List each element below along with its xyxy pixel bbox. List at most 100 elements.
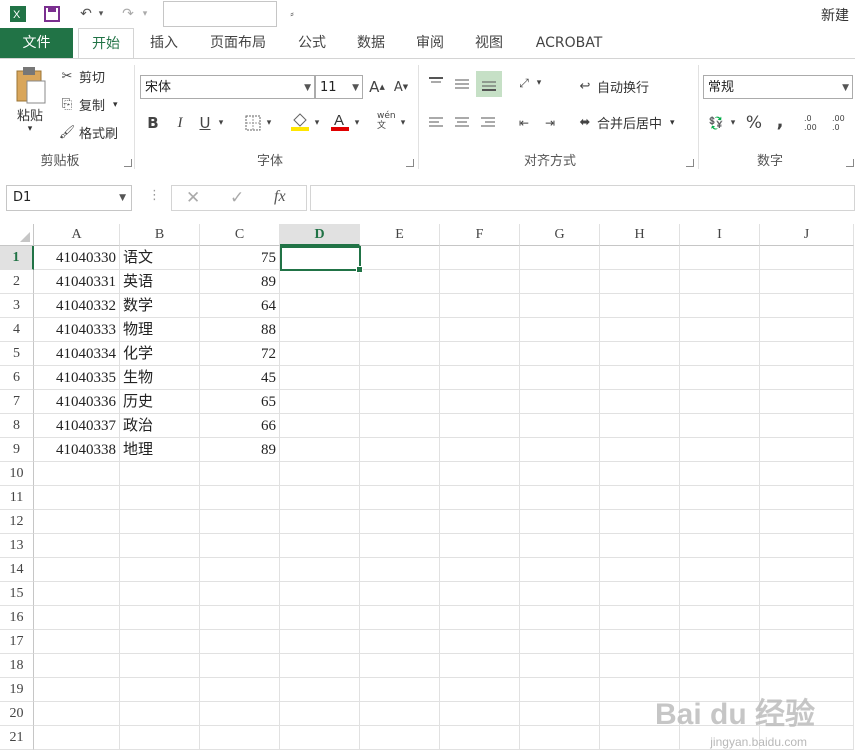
enter-icon[interactable]: ✓ [230, 188, 244, 208]
italic-button[interactable]: I [170, 113, 190, 133]
cell-f5[interactable] [440, 342, 520, 366]
cell-d4[interactable] [280, 318, 360, 342]
cell-f19[interactable] [440, 678, 520, 702]
row-header-6[interactable]: 6 [0, 366, 34, 390]
row-header-14[interactable]: 14 [0, 558, 34, 582]
name-box[interactable]: D1 ▼ [6, 185, 132, 211]
cell-b1[interactable]: 语文 [120, 246, 200, 270]
undo-icon[interactable]: ↶ [76, 4, 96, 24]
align-bottom-icon[interactable] [476, 71, 502, 97]
cell-b18[interactable] [120, 654, 200, 678]
row-header-8[interactable]: 8 [0, 414, 34, 438]
paste-button[interactable]: 粘贴 ▾ [10, 65, 50, 134]
cell-c8[interactable]: 66 [200, 414, 280, 438]
cell-c10[interactable] [200, 462, 280, 486]
phonetic-guide-icon[interactable]: wén 文 [377, 111, 397, 131]
row-header-4[interactable]: 4 [0, 318, 34, 342]
cell-f1[interactable] [440, 246, 520, 270]
cell-j12[interactable] [760, 510, 854, 534]
grow-font-button[interactable]: A ▲ [367, 77, 387, 97]
comma-button[interactable]: , [770, 111, 790, 132]
cell-h15[interactable] [600, 582, 680, 606]
cell-a6[interactable]: 41040335 [34, 366, 120, 390]
cell-c6[interactable]: 45 [200, 366, 280, 390]
cell-b15[interactable] [120, 582, 200, 606]
cell-f6[interactable] [440, 366, 520, 390]
cell-e20[interactable] [360, 702, 440, 726]
cell-a12[interactable] [34, 510, 120, 534]
cell-d9[interactable] [280, 438, 360, 462]
tab-data[interactable]: 数据 [346, 28, 396, 58]
cell-c4[interactable]: 88 [200, 318, 280, 342]
cell-f7[interactable] [440, 390, 520, 414]
cell-c9[interactable]: 89 [200, 438, 280, 462]
font-color-dropdown-icon[interactable]: ▾ [352, 113, 362, 133]
cell-j5[interactable] [760, 342, 854, 366]
cell-g14[interactable] [520, 558, 600, 582]
row-header-21[interactable]: 21 [0, 726, 34, 750]
cell-h16[interactable] [600, 606, 680, 630]
font-name-select[interactable]: 宋体 ▼ [140, 75, 315, 99]
tab-home[interactable]: 开始 [78, 28, 134, 60]
cell-j9[interactable] [760, 438, 854, 462]
row-header-3[interactable]: 3 [0, 294, 34, 318]
cell-c12[interactable] [200, 510, 280, 534]
cell-h11[interactable] [600, 486, 680, 510]
cell-i1[interactable] [680, 246, 760, 270]
cell-f4[interactable] [440, 318, 520, 342]
align-right-icon[interactable] [478, 113, 498, 133]
cell-e5[interactable] [360, 342, 440, 366]
formula-input[interactable] [310, 185, 855, 211]
cell-c21[interactable] [200, 726, 280, 750]
cell-g6[interactable] [520, 366, 600, 390]
cell-i6[interactable] [680, 366, 760, 390]
cell-d12[interactable] [280, 510, 360, 534]
cell-d21[interactable] [280, 726, 360, 750]
font-launcher-icon[interactable] [406, 159, 414, 167]
cell-a20[interactable] [34, 702, 120, 726]
cell-g2[interactable] [520, 270, 600, 294]
copy-dropdown-icon[interactable]: ▾ [113, 100, 118, 110]
column-header-a[interactable]: A [34, 224, 120, 246]
cell-e14[interactable] [360, 558, 440, 582]
cell-g1[interactable] [520, 246, 600, 270]
bold-button[interactable]: B [143, 113, 163, 133]
save-icon[interactable] [42, 4, 62, 24]
tab-insert[interactable]: 插入 [140, 28, 188, 58]
row-header-15[interactable]: 15 [0, 582, 34, 606]
cell-c7[interactable]: 65 [200, 390, 280, 414]
cell-d17[interactable] [280, 630, 360, 654]
fill-handle[interactable] [356, 266, 363, 273]
cancel-icon[interactable]: ✕ [186, 188, 200, 208]
cell-c5[interactable]: 72 [200, 342, 280, 366]
cell-c2[interactable]: 89 [200, 270, 280, 294]
cell-c13[interactable] [200, 534, 280, 558]
cell-e8[interactable] [360, 414, 440, 438]
row-header-17[interactable]: 17 [0, 630, 34, 654]
cell-e12[interactable] [360, 510, 440, 534]
cell-c11[interactable] [200, 486, 280, 510]
cell-e4[interactable] [360, 318, 440, 342]
tab-acrobat[interactable]: ACROBAT [524, 28, 614, 58]
merge-center-button[interactable]: ⬌ 合并后居中 ▾ [576, 113, 675, 132]
cell-h12[interactable] [600, 510, 680, 534]
phonetic-dropdown-icon[interactable]: ▾ [398, 113, 408, 133]
cell-a15[interactable] [34, 582, 120, 606]
align-top-icon[interactable] [426, 73, 446, 93]
cell-j14[interactable] [760, 558, 854, 582]
cell-f2[interactable] [440, 270, 520, 294]
cell-c16[interactable] [200, 606, 280, 630]
cell-a8[interactable]: 41040337 [34, 414, 120, 438]
tab-review[interactable]: 审阅 [406, 28, 454, 58]
cell-a5[interactable]: 41040334 [34, 342, 120, 366]
underline-dropdown-icon[interactable]: ▾ [216, 113, 226, 133]
cell-h18[interactable] [600, 654, 680, 678]
cell-f11[interactable] [440, 486, 520, 510]
cell-j4[interactable] [760, 318, 854, 342]
cell-c20[interactable] [200, 702, 280, 726]
number-format-select[interactable]: 常规 ▼ [703, 75, 853, 99]
orientation-icon[interactable]: ⤢ [514, 73, 534, 93]
cell-h8[interactable] [600, 414, 680, 438]
cell-a2[interactable]: 41040331 [34, 270, 120, 294]
chevron-down-icon[interactable]: ▼ [119, 186, 126, 210]
